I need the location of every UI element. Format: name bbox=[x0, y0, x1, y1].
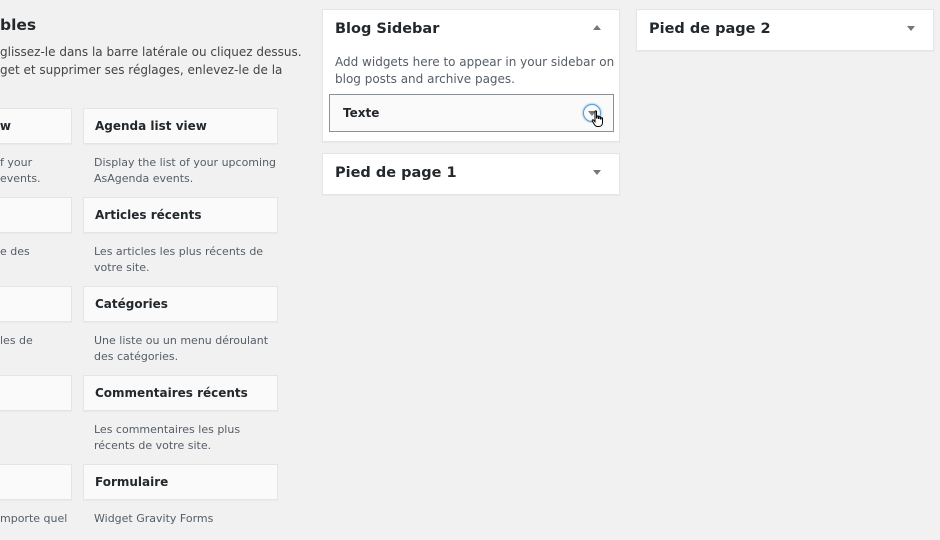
description-line: Display the list of your upcoming bbox=[94, 156, 277, 169]
description-line: f your bbox=[0, 156, 33, 169]
widget-description: Widget Gravity Forms bbox=[94, 511, 213, 527]
arrow-down-icon[interactable] bbox=[593, 170, 601, 175]
description-line: Une liste ou un menu déroulant bbox=[94, 334, 269, 347]
description-line: les de bbox=[0, 334, 33, 347]
description-line: AsAgenda events. bbox=[94, 172, 194, 185]
widget-title: Articles récents bbox=[95, 208, 202, 222]
sidebar-footer-2[interactable]: Pied de page 2 bbox=[636, 9, 934, 51]
widget-description: f your events. bbox=[0, 155, 41, 187]
widget-description: Display the list of your upcoming AsAgen… bbox=[94, 155, 276, 187]
description-line: e des bbox=[0, 245, 30, 258]
hand-pointer-icon bbox=[591, 110, 603, 127]
sidebar-blog: Blog Sidebar Add widgets here to appear … bbox=[322, 9, 620, 142]
widget-tile-formulaire[interactable]: Formulaire bbox=[83, 464, 278, 500]
description-line: mporte quel bbox=[0, 512, 68, 525]
available-widgets-description: glissez-le dans la barre latérale ou cli… bbox=[0, 43, 302, 79]
available-widgets-title: bles bbox=[0, 16, 37, 34]
description-line: votre site. bbox=[94, 261, 150, 274]
description-line: get et supprimer ses réglages, enlevez-l… bbox=[0, 63, 283, 77]
widget-description: Une liste ou un menu déroulant des catég… bbox=[94, 333, 268, 365]
description-line: des catégories. bbox=[94, 350, 179, 363]
sidebar-title[interactable]: Pied de page 1 bbox=[335, 165, 457, 181]
widget-tile-articles-recents[interactable]: Articles récents bbox=[83, 197, 278, 233]
widget-tile-left-3[interactable] bbox=[0, 286, 72, 322]
widget-title: Catégories bbox=[95, 297, 168, 311]
description-line: récents de votre site. bbox=[94, 439, 212, 452]
widget-description: mporte quel bbox=[0, 511, 67, 527]
arrow-down-icon[interactable] bbox=[907, 26, 915, 31]
description-line: events. bbox=[0, 172, 41, 185]
widget-tile-commentaires-recents[interactable]: Commentaires récents bbox=[83, 375, 278, 411]
widget-tile-left-2[interactable] bbox=[0, 197, 72, 233]
arrow-up-icon[interactable] bbox=[593, 25, 601, 30]
description-line: blog posts and archive pages. bbox=[335, 72, 515, 86]
sidebar-description: Add widgets here to appear in your sideb… bbox=[335, 54, 614, 88]
widget-texte[interactable]: Texte bbox=[329, 94, 614, 132]
description-line: Add widgets here to appear in your sideb… bbox=[335, 55, 615, 69]
description-line: Widget Gravity Forms bbox=[94, 512, 214, 525]
widget-tile-left-5[interactable] bbox=[0, 464, 72, 500]
description-line: glissez-le dans la barre latérale ou cli… bbox=[0, 45, 302, 59]
widget-description: Les articles les plus récents de votre s… bbox=[94, 244, 263, 276]
widget-description: e des bbox=[0, 244, 30, 260]
description-line: Les commentaires les plus bbox=[94, 423, 241, 436]
available-widgets-panel: bles glissez-le dans la barre latérale o… bbox=[0, 0, 302, 540]
widget-tile-agenda-list-view[interactable]: Agenda list view bbox=[83, 108, 278, 144]
widget-tile-left-1[interactable]: iew bbox=[0, 108, 72, 144]
widgets-screen: bles glissez-le dans la barre latérale o… bbox=[0, 0, 940, 540]
sidebar-title[interactable]: Pied de page 2 bbox=[649, 21, 771, 37]
widget-title: Texte bbox=[343, 106, 380, 120]
description-line: Les articles les plus récents de bbox=[94, 245, 264, 258]
sidebar-title[interactable]: Blog Sidebar bbox=[335, 21, 439, 37]
widget-description: Les commentaires les plus récents de vot… bbox=[94, 422, 240, 454]
widget-title: Formulaire bbox=[95, 475, 169, 489]
widget-title: Agenda list view bbox=[95, 119, 207, 133]
widget-description: les de bbox=[0, 333, 33, 349]
widget-tile-categories[interactable]: Catégories bbox=[83, 286, 278, 322]
widget-title: iew bbox=[0, 119, 11, 133]
widget-tile-left-4[interactable] bbox=[0, 375, 72, 411]
widget-title: Commentaires récents bbox=[95, 386, 248, 400]
sidebar-footer-1[interactable]: Pied de page 1 bbox=[322, 153, 620, 195]
